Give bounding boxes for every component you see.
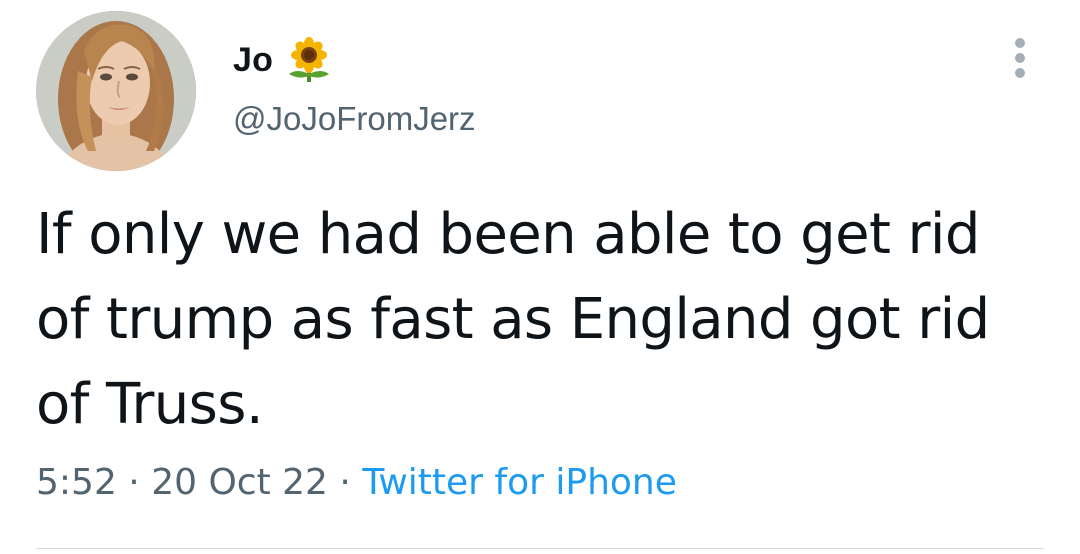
tweet-text: If only we had been able to get rid of t… bbox=[36, 202, 990, 437]
sunflower-emoji-icon bbox=[285, 36, 333, 84]
author-handle[interactable]: @JoJoFromJerz bbox=[233, 100, 476, 138]
tweet-date[interactable]: 20 Oct 22 bbox=[151, 462, 328, 503]
tweet-source-link[interactable]: Twitter for iPhone bbox=[362, 462, 677, 503]
tweet-card: Jo @JoJoFromJerz If only we had been abl… bbox=[0, 0, 1080, 554]
meta-separator: · bbox=[339, 462, 351, 503]
meta-separator: · bbox=[128, 462, 140, 503]
more-vertical-icon bbox=[1015, 68, 1025, 78]
author-name-row[interactable]: Jo bbox=[233, 37, 333, 83]
more-vertical-icon bbox=[1015, 38, 1025, 48]
more-vertical-icon bbox=[1015, 53, 1025, 63]
more-options-button[interactable] bbox=[1005, 36, 1035, 80]
tweet-meta: 5:52 · 20 Oct 22 · Twitter for iPhone bbox=[36, 462, 677, 503]
tweet-time[interactable]: 5:52 bbox=[36, 462, 117, 503]
divider bbox=[36, 548, 1044, 549]
avatar[interactable] bbox=[36, 11, 196, 171]
display-name[interactable]: Jo bbox=[233, 41, 273, 80]
